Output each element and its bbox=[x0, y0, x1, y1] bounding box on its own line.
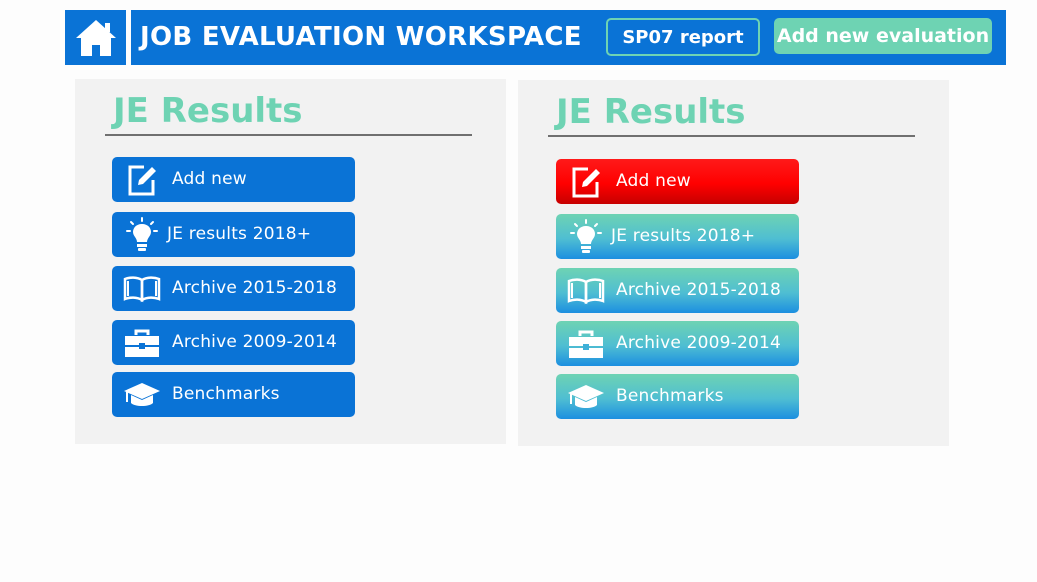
divider bbox=[105, 134, 472, 136]
archive-2009-2014-button[interactable]: Archive 2009-2014 bbox=[556, 321, 799, 366]
button-label: Benchmarks bbox=[616, 386, 724, 406]
edit-icon bbox=[122, 163, 162, 197]
button-label: Archive 2009-2014 bbox=[616, 333, 782, 353]
book-icon bbox=[566, 274, 606, 308]
je-results-panel-highlighted: JE Results Add new JE results 2018+ Arch… bbox=[518, 80, 949, 446]
header-bar: JOB EVALUATION WORKSPACE SP07 report Add… bbox=[131, 10, 1006, 65]
button-label: JE results 2018+ bbox=[167, 224, 312, 244]
briefcase-icon bbox=[122, 326, 162, 360]
add-new-evaluation-button[interactable]: Add new evaluation bbox=[774, 18, 992, 54]
home-button[interactable] bbox=[65, 10, 126, 65]
briefcase-icon bbox=[566, 327, 606, 361]
button-label: JE results 2018+ bbox=[611, 226, 756, 246]
sp07-report-button[interactable]: SP07 report bbox=[606, 18, 760, 56]
button-label: Archive 2015-2018 bbox=[172, 278, 338, 298]
add-new-button[interactable]: Add new bbox=[556, 159, 799, 204]
edit-icon bbox=[566, 165, 606, 199]
button-label: Add new bbox=[616, 171, 691, 191]
archive-2009-2014-button[interactable]: Archive 2009-2014 bbox=[112, 320, 355, 365]
lightbulb-icon bbox=[122, 217, 162, 252]
graduation-cap-icon bbox=[122, 378, 162, 412]
button-label: Benchmarks bbox=[172, 384, 280, 404]
add-new-button[interactable]: Add new bbox=[112, 157, 355, 202]
app-title: JOB EVALUATION WORKSPACE bbox=[140, 22, 582, 52]
je-results-panel: JE Results Add new JE results 2018+ Arch… bbox=[75, 79, 506, 444]
book-icon bbox=[122, 272, 162, 306]
divider bbox=[548, 135, 915, 137]
benchmarks-button[interactable]: Benchmarks bbox=[556, 374, 799, 419]
je-results-2018-button[interactable]: JE results 2018+ bbox=[556, 214, 799, 259]
graduation-cap-icon bbox=[566, 380, 606, 414]
je-results-2018-button[interactable]: JE results 2018+ bbox=[112, 212, 355, 257]
lightbulb-icon bbox=[566, 219, 606, 254]
button-label: Archive 2009-2014 bbox=[172, 332, 338, 352]
button-label: Archive 2015-2018 bbox=[616, 280, 782, 300]
home-icon bbox=[75, 19, 116, 56]
benchmarks-button[interactable]: Benchmarks bbox=[112, 372, 355, 417]
panel-title: JE Results bbox=[556, 92, 746, 132]
button-label: Add new bbox=[172, 169, 247, 189]
panel-title: JE Results bbox=[113, 91, 303, 131]
archive-2015-2018-button[interactable]: Archive 2015-2018 bbox=[556, 268, 799, 313]
archive-2015-2018-button[interactable]: Archive 2015-2018 bbox=[112, 266, 355, 311]
